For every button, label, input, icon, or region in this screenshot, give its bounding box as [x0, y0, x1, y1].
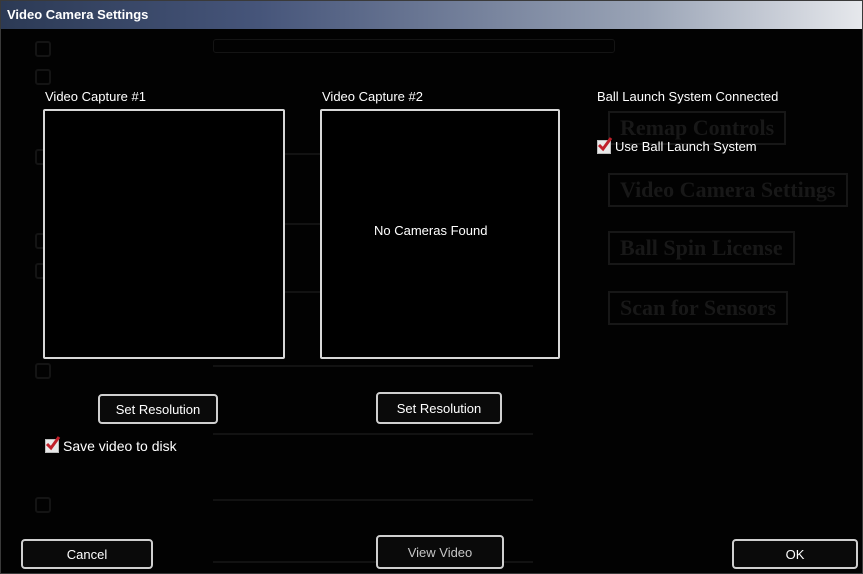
- background-spin-license-button: Ball Spin License: [608, 231, 795, 265]
- video-capture-2-label: Video Capture #2: [322, 89, 423, 104]
- background-slider: [213, 365, 533, 367]
- checkbox-icon: [45, 436, 61, 453]
- background-scan-button: Scan for Sensors: [608, 291, 789, 325]
- set-resolution-1-button[interactable]: Set Resolution: [98, 394, 218, 424]
- background-camera-settings-button: Video Camera Settings: [608, 173, 848, 207]
- use-ball-launch-label: Use Ball Launch System: [615, 139, 757, 154]
- background-slider: [213, 499, 533, 501]
- video-capture-2-preview: No Cameras Found: [320, 109, 560, 359]
- save-video-label: Save video to disk: [63, 438, 177, 454]
- background-checkbox: [35, 363, 51, 379]
- background-checkbox: [35, 69, 51, 85]
- title-bar: Video Camera Settings: [1, 1, 862, 29]
- background-radio-row: [213, 39, 615, 53]
- save-video-checkbox[interactable]: Save video to disk: [45, 436, 177, 454]
- ok-button[interactable]: OK: [732, 539, 858, 569]
- ball-launch-status: Ball Launch System Connected: [597, 89, 779, 104]
- window-title: Video Camera Settings: [7, 7, 149, 22]
- video-capture-1-label: Video Capture #1: [45, 89, 146, 104]
- set-resolution-2-button[interactable]: Set Resolution: [376, 392, 502, 424]
- use-ball-launch-checkbox[interactable]: Use Ball Launch System: [597, 136, 757, 154]
- background-checkbox: [35, 41, 51, 57]
- checkmark-icon: [597, 136, 613, 151]
- view-video-button[interactable]: View Video: [376, 535, 504, 569]
- background-slider: [213, 433, 533, 435]
- checkbox-icon: [597, 136, 613, 154]
- video-capture-1-preview: [43, 109, 285, 359]
- no-cameras-found-text: No Cameras Found: [374, 223, 488, 238]
- background-checkbox: [35, 497, 51, 513]
- checkmark-icon: [45, 436, 61, 451]
- cancel-button[interactable]: Cancel: [21, 539, 153, 569]
- video-camera-settings-window: Video Camera Settings Remap Controls Vid…: [0, 0, 863, 574]
